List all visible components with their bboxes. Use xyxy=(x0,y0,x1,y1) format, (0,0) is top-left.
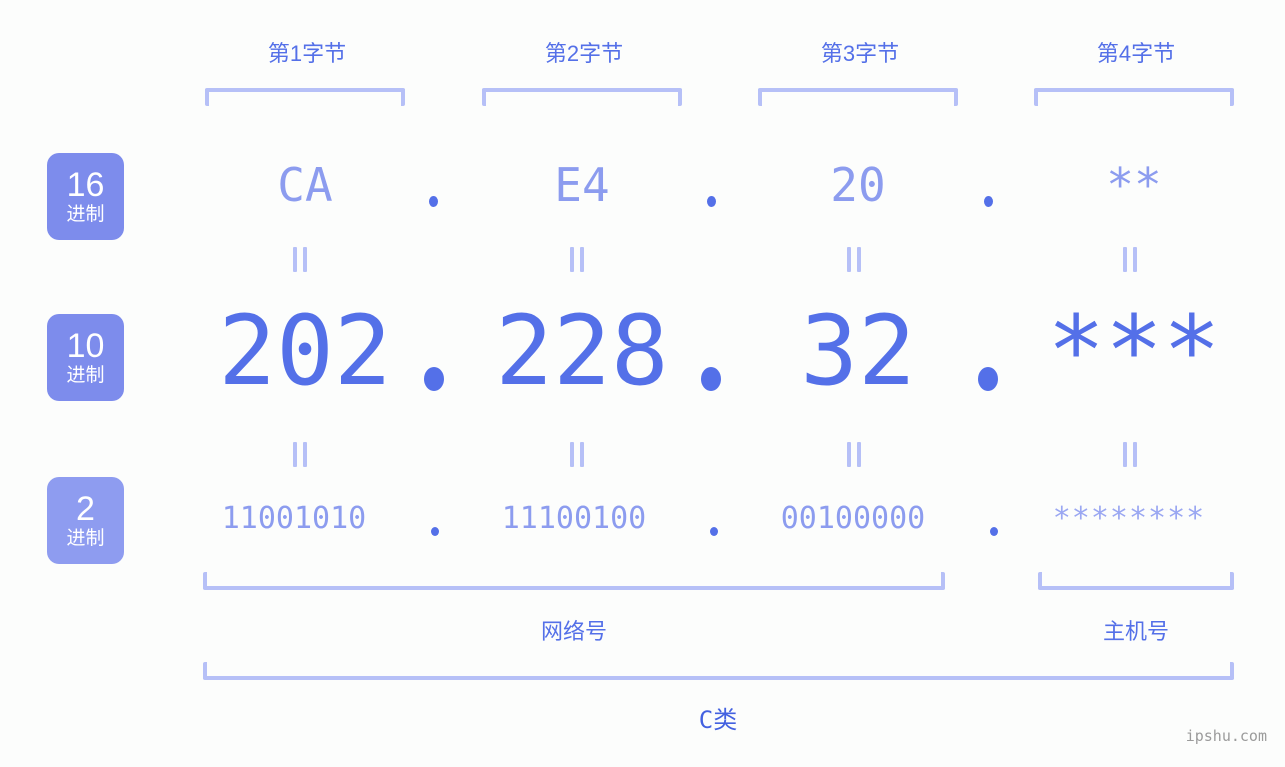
byte-header-label-2: 第2字节 xyxy=(544,41,624,66)
equals-mark-dec-bin-1 xyxy=(293,442,307,467)
equals-mark-dec-bin-4 xyxy=(1123,442,1137,467)
equals-mark-hex-dec-3 xyxy=(847,247,861,272)
byte-bracket-3 xyxy=(758,88,958,106)
radix-badge-hex-number: 16 xyxy=(66,165,105,204)
binary-octet-4: ******** xyxy=(1052,501,1206,536)
radix-badge-hex-suffix: 进制 xyxy=(66,203,105,225)
hex-separator-dot-1 xyxy=(429,196,438,207)
byte-header-label-4: 第4字节 xyxy=(1096,41,1176,66)
hex-octet-3: 20 xyxy=(830,158,886,212)
decimal-octet-3: 32 xyxy=(800,295,916,407)
hex-octet-2: E4 xyxy=(554,158,610,212)
byte-bracket-1 xyxy=(205,88,405,106)
radix-badge-bin-suffix: 进制 xyxy=(66,527,105,549)
binary-octet-2: 11100100 xyxy=(501,501,647,536)
equals-mark-hex-dec-2 xyxy=(570,247,584,272)
hex-separator-dot-3 xyxy=(984,196,993,207)
equals-mark-dec-bin-3 xyxy=(847,442,861,467)
ip-class-bracket xyxy=(203,662,1234,680)
decimal-separator-dot-2 xyxy=(701,367,721,391)
decimal-octet-1: 202 xyxy=(218,295,392,407)
radix-badge-dec-number: 10 xyxy=(66,326,105,365)
byte-header-label-3: 第3字节 xyxy=(820,41,900,66)
network-portion-label: 网络号 xyxy=(540,619,607,644)
radix-badge-bin-number: 2 xyxy=(76,489,95,528)
byte-bracket-2 xyxy=(482,88,682,106)
ip-class-label: C类 xyxy=(698,706,738,734)
byte-header-label-1: 第1字节 xyxy=(267,41,347,66)
decimal-separator-dot-3 xyxy=(978,367,998,391)
binary-separator-dot-2 xyxy=(710,527,718,536)
binary-octet-1: 11001010 xyxy=(221,501,367,536)
hex-octet-4: ** xyxy=(1106,158,1162,212)
equals-mark-dec-bin-2 xyxy=(570,442,584,467)
radix-badge-dec-suffix: 进制 xyxy=(66,364,105,386)
decimal-octet-4: *** xyxy=(1047,295,1221,407)
decimal-octet-2: 228 xyxy=(495,295,669,407)
equals-mark-hex-dec-4 xyxy=(1123,247,1137,272)
radix-badge-bin: 2 进制 xyxy=(47,477,124,564)
equals-mark-hex-dec-1 xyxy=(293,247,307,272)
binary-separator-dot-3 xyxy=(990,527,998,536)
site-watermark: ipshu.com xyxy=(1185,727,1267,745)
hex-separator-dot-2 xyxy=(707,196,716,207)
decimal-separator-dot-1 xyxy=(424,367,444,391)
radix-badge-dec: 10 进制 xyxy=(47,314,124,401)
network-portion-bracket xyxy=(203,572,945,590)
host-portion-bracket xyxy=(1038,572,1234,590)
binary-octet-3: 00100000 xyxy=(780,501,926,536)
host-portion-label: 主机号 xyxy=(1102,619,1169,644)
byte-bracket-4 xyxy=(1034,88,1234,106)
ip-address-breakdown-diagram: 第1字节 第2字节 第3字节 第4字节 16 进制 10 进制 2 进制 CA … xyxy=(0,0,1285,767)
hex-octet-1: CA xyxy=(277,158,333,212)
binary-separator-dot-1 xyxy=(431,527,439,536)
radix-badge-hex: 16 进制 xyxy=(47,153,124,240)
